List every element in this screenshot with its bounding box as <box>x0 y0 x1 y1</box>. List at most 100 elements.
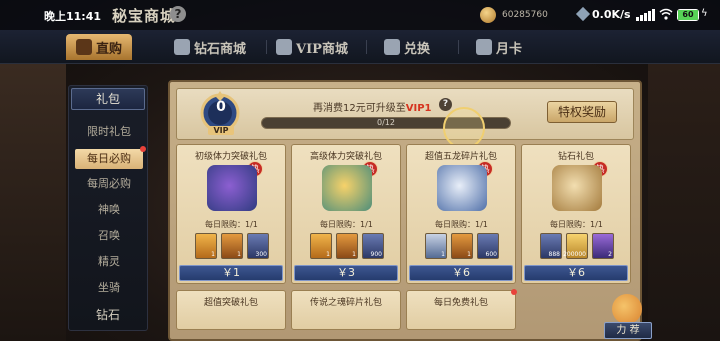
pack-card[interactable]: 钻石礼包 热 每日限购：1/1 888 200000 2 ￥6 <box>521 144 631 284</box>
pack-title: 传说之魂碎片礼包 <box>309 298 382 308</box>
character-card-icon[interactable]: 1 <box>310 233 332 259</box>
diamond-icon[interactable]: 600 <box>477 233 499 259</box>
tab-label: 月卡 <box>496 41 523 57</box>
wifi-icon <box>659 8 673 20</box>
price-button[interactable]: ￥3 <box>294 265 398 281</box>
gold-coin-icon[interactable]: 200000 <box>563 233 588 259</box>
month-card-icon <box>476 39 492 55</box>
tab-vip-shop[interactable]: VIP商城 <box>276 34 348 60</box>
sidebar-item-spirit[interactable]: 精灵 <box>75 252 143 272</box>
clock: 晚上11:41 <box>44 10 102 23</box>
diamond-icon[interactable]: 888 <box>540 233 562 259</box>
gold-coin-icon <box>480 7 496 23</box>
category-sidebar: 礼包 限时礼包 每日必购 每周必购 神唤 召唤 精灵 坐骑 钻石 <box>68 85 148 331</box>
tab-divider <box>458 40 459 54</box>
purchase-limit: 每日限购：1/1 <box>320 220 373 229</box>
item-qty: 200000 <box>563 251 586 258</box>
sidebar-item-daily[interactable]: 每日必购 <box>75 146 146 169</box>
item-qty: 1 <box>467 251 471 258</box>
item-qty: 600 <box>485 251 497 258</box>
item-qty: 1 <box>237 251 241 258</box>
sidebar-item-limited[interactable]: 限时礼包 <box>75 122 143 142</box>
vip-help-icon[interactable]: ? <box>439 98 452 111</box>
recommend-button[interactable]: 力 荐 <box>604 322 652 339</box>
tab-divider <box>266 40 267 54</box>
tab-label: 直购 <box>96 41 123 57</box>
pack-art-image <box>207 165 257 211</box>
shop-screen: 晚上11:41 秘宝商城 ? 60285760 0.0K/s 60 ϟ 直购 钻… <box>0 0 720 341</box>
page-title: 秘宝商城 <box>112 7 177 25</box>
sidebar-header[interactable]: 礼包 <box>71 88 145 110</box>
pack-items: 888 200000 2 <box>528 233 626 261</box>
tab-label: 钻石商城 <box>194 41 247 57</box>
pack-card[interactable]: 超值五龙碎片礼包 热 每日限购：1/1 1 1 600 ￥6 <box>406 144 516 284</box>
tab-direct-buy[interactable]: 直购 <box>66 34 133 60</box>
diamond-icon[interactable]: 900 <box>362 233 384 259</box>
diamond-icon <box>575 6 591 22</box>
item-qty: 1 <box>441 251 445 258</box>
pack-card[interactable]: 超值突破礼包 <box>176 290 286 330</box>
price-button[interactable]: ￥6 <box>409 265 513 281</box>
item-qty: 888 <box>548 251 560 258</box>
pack-card[interactable]: 传说之魂碎片礼包 <box>291 290 401 330</box>
cart-icon <box>174 39 190 55</box>
character-card-icon[interactable]: 1 <box>195 233 217 259</box>
item-qty: 900 <box>370 251 382 258</box>
vip-message-text: 再消费12元可升级至 <box>313 103 406 114</box>
gift-icon <box>76 39 92 55</box>
tab-diamond-shop[interactable]: 钻石商城 <box>174 34 246 60</box>
pack-title: 钻石礼包 <box>557 152 594 162</box>
shop-tab-bar: 直购 钻石商城 VIP商城 兑换 月卡 <box>0 30 720 64</box>
potion-icon[interactable]: 1 <box>221 233 243 259</box>
background-right <box>648 64 720 341</box>
tab-divider <box>366 40 367 54</box>
vip-cart-icon <box>276 39 292 55</box>
status-bar: 晚上11:41 秘宝商城 ? 60285760 0.0K/s 60 ϟ <box>0 0 720 30</box>
pack-card[interactable]: 初级体力突破礼包 热 每日限购：1/1 1 1 300 ￥1 <box>176 144 286 284</box>
potion-icon[interactable]: 1 <box>336 233 358 259</box>
pack-title: 每日免费礼包 <box>433 298 488 308</box>
item-qty: 300 <box>255 251 267 258</box>
background-left <box>0 64 66 341</box>
tab-month-card[interactable]: 月卡 <box>476 34 522 60</box>
pack-card[interactable]: 每日免费礼包 <box>406 289 517 330</box>
sidebar-item-mount[interactable]: 坐骑 <box>75 278 143 298</box>
price-button[interactable]: ￥1 <box>179 265 283 281</box>
purchase-limit: 每日限购：1/1 <box>550 220 603 229</box>
tab-label: VIP商城 <box>296 41 348 57</box>
battery-icon: 60 <box>677 9 699 21</box>
mascot-icon <box>612 294 642 324</box>
sidebar-item-diamond[interactable]: 钻石 <box>71 304 145 326</box>
network-speed: 0.0K/s <box>592 8 631 21</box>
dragon-shard-icon[interactable]: 1 <box>425 233 447 259</box>
purchase-limit: 每日限购：1/1 <box>205 220 258 229</box>
pack-title: 高级体力突破礼包 <box>309 152 382 162</box>
pack-art-image <box>437 165 487 211</box>
sidebar-item-summon[interactable]: 召唤 <box>75 226 143 246</box>
diamond-icon[interactable]: 300 <box>247 233 269 259</box>
pack-items: 1 1 300 <box>183 233 281 261</box>
vip-level: 0 <box>216 99 226 115</box>
tab-exchange[interactable]: 兑换 <box>384 34 430 60</box>
pack-title: 超值突破礼包 <box>203 298 258 308</box>
pack-items: 1 1 900 <box>298 233 396 261</box>
item-qty: 1 <box>211 251 215 258</box>
pack-art-image <box>322 165 372 211</box>
pack-panel: 0 VIP 再消费12元可升级至VIP1 ? 0/12 特权奖励 初级体力突破礼… <box>168 80 642 341</box>
sidebar-item-weekly[interactable]: 每周必购 <box>75 174 143 194</box>
sidebar-item-divine[interactable]: 神唤 <box>75 200 143 220</box>
battery-level: 60 <box>678 10 698 20</box>
signal-icon <box>636 9 655 21</box>
help-icon[interactable]: ? <box>170 6 186 22</box>
pack-card[interactable]: 高级体力突破礼包 热 每日限购：1/1 1 1 900 ￥3 <box>291 144 401 284</box>
price-button[interactable]: ￥6 <box>524 265 628 281</box>
item-qty: 1 <box>326 251 330 258</box>
item-qty: 1 <box>352 251 356 258</box>
tab-label: 兑换 <box>404 41 431 57</box>
vip-label: VIP <box>208 126 234 135</box>
exchange-icon <box>384 39 400 55</box>
perk-reward-button[interactable]: 特权奖励 <box>547 101 617 123</box>
ticket-icon[interactable]: 2 <box>592 233 614 259</box>
pack-art-image <box>552 165 602 211</box>
potion-icon[interactable]: 1 <box>451 233 473 259</box>
